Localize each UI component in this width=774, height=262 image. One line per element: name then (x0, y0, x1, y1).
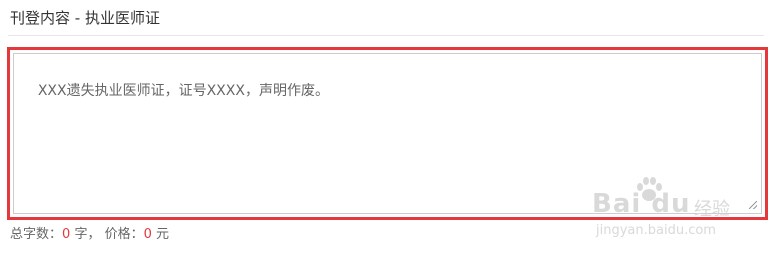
highlight-frame: XXX遗失执业医师证，证号XXXX，声明作废。 (7, 47, 768, 220)
word-count-value: 0 (62, 227, 71, 242)
content-text: XXX遗失执业医师证，证号XXXX，声明作废。 (37, 83, 329, 99)
divider (8, 35, 764, 36)
word-count-label: 总字数： (10, 227, 63, 242)
resize-handle-icon[interactable] (749, 201, 757, 209)
price-label: 价格： (104, 227, 144, 242)
price-value: 0 (143, 227, 152, 242)
word-unit: 字， (74, 227, 101, 242)
content-textarea[interactable]: XXX遗失执业医师证，证号XXXX，声明作废。 (13, 53, 762, 214)
page-title: 刊登内容 - 执业医师证 (10, 9, 160, 27)
watermark-url: jingyan.baidu.com (596, 223, 716, 238)
price-unit: 元 (156, 227, 170, 242)
price-summary: 总字数：0 字， 价格：0 元 (10, 225, 169, 245)
